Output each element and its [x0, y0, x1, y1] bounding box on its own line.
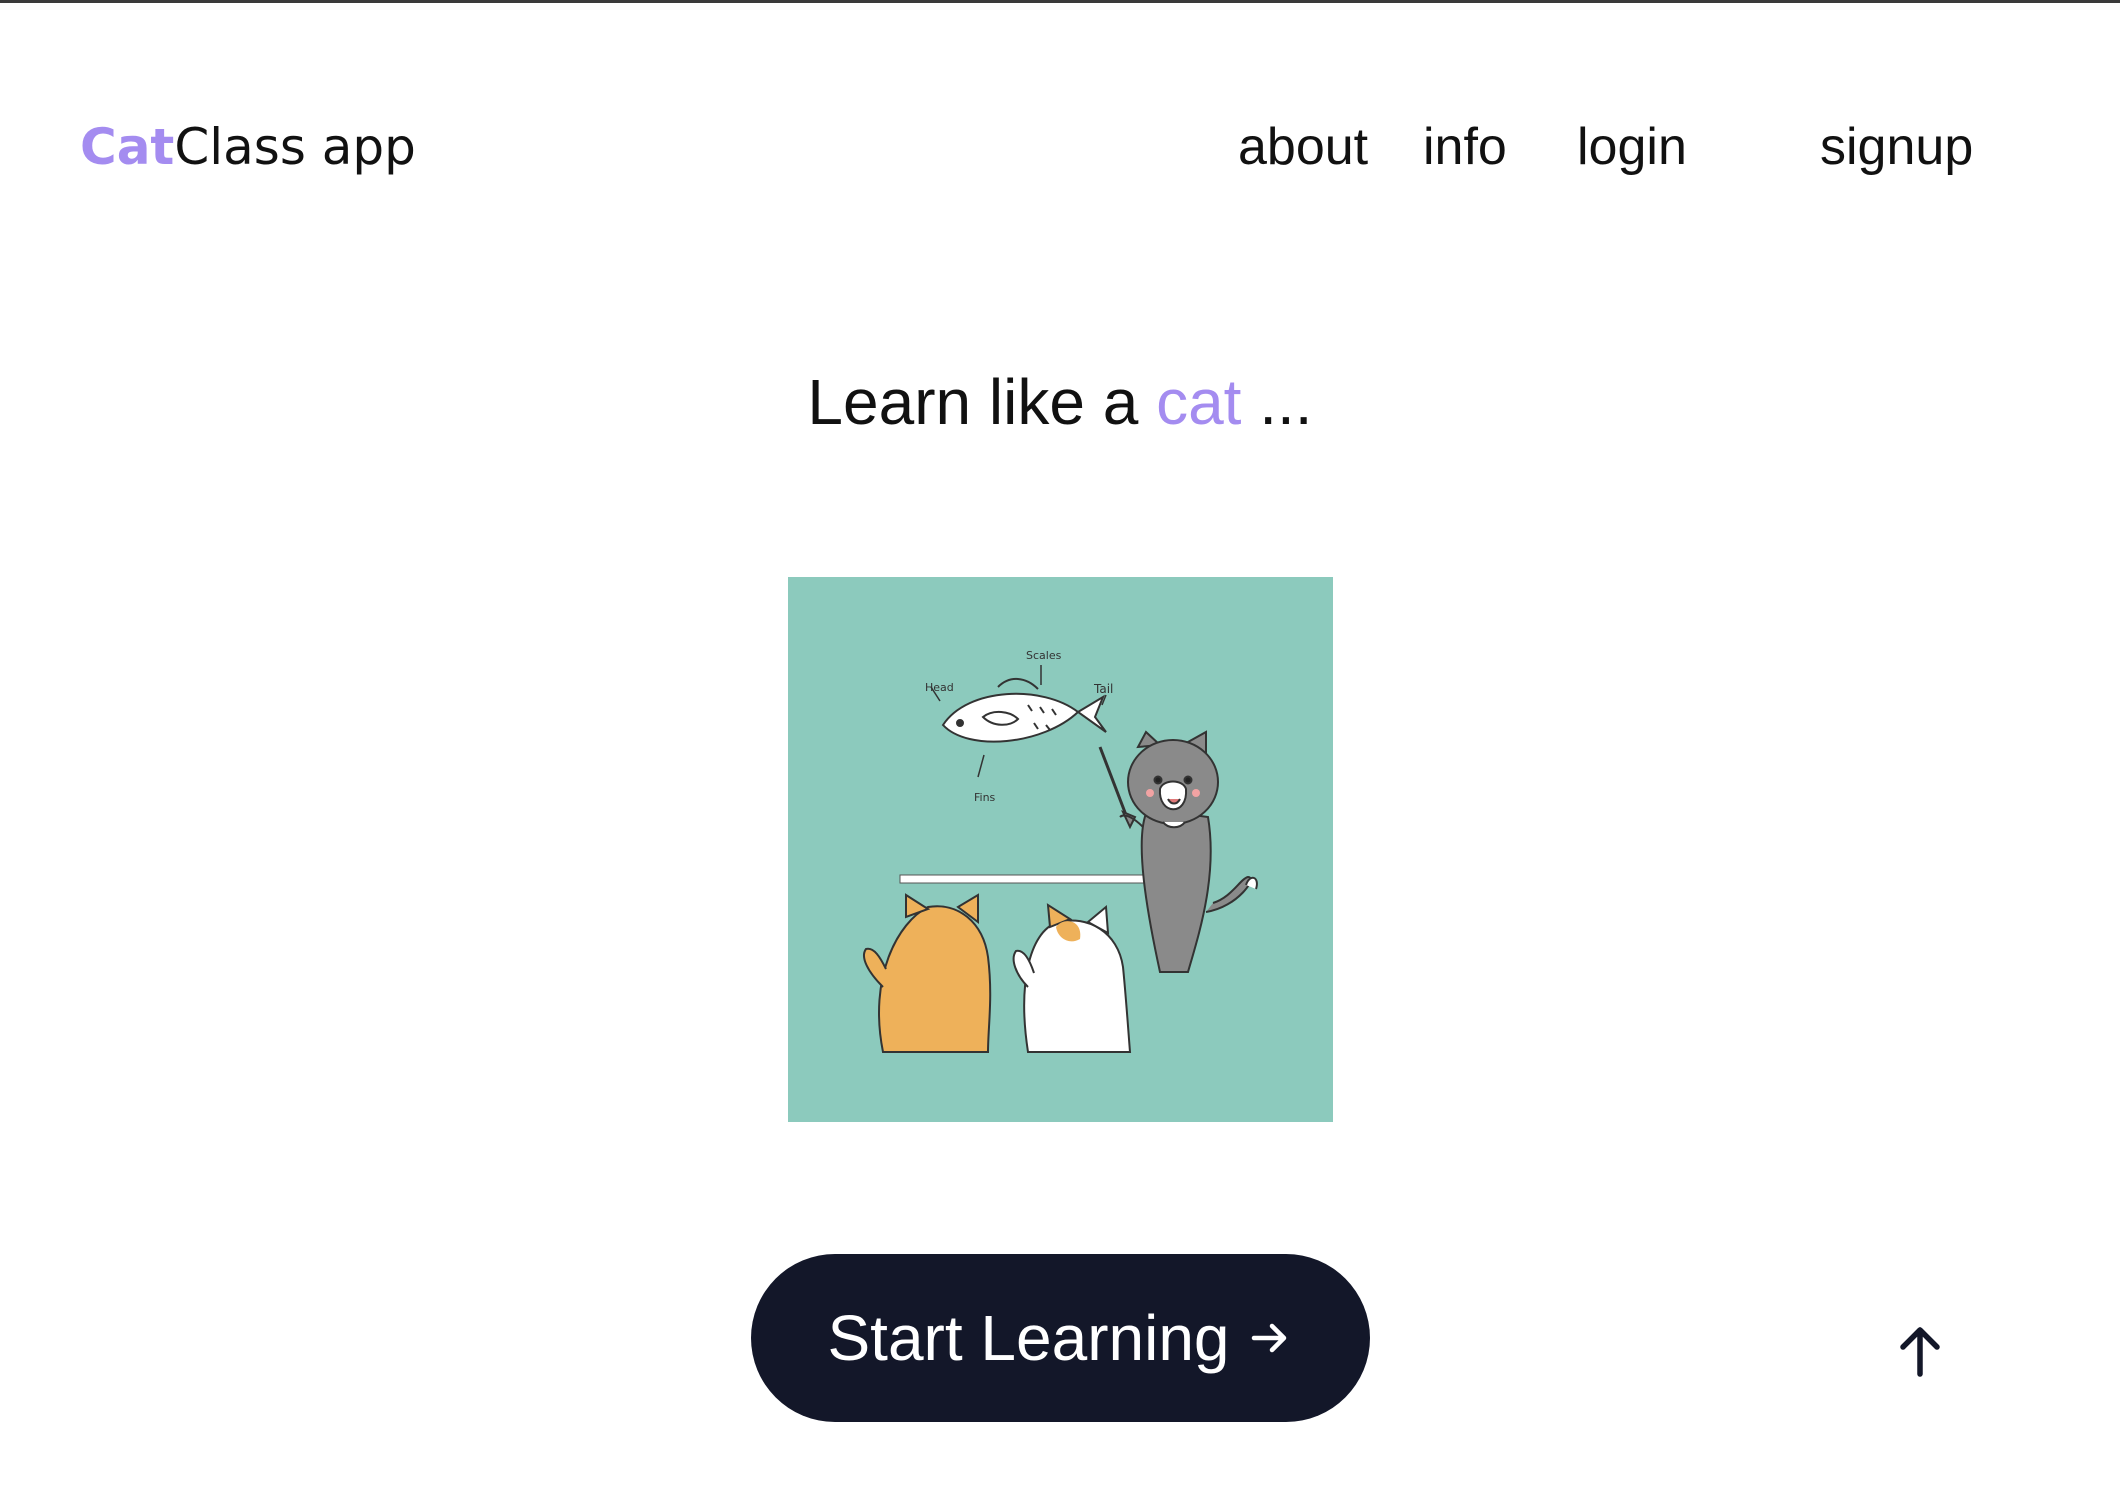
site-logo[interactable]: CatClass app	[80, 112, 416, 182]
arrow-up-icon	[1895, 1322, 1945, 1383]
logo-accent-text: Cat	[80, 118, 175, 176]
label-fins: Fins	[974, 791, 996, 804]
top-border	[0, 0, 2120, 3]
orange-student-cat	[863, 893, 992, 1053]
nav-login-link[interactable]: login	[1577, 112, 1687, 182]
fish-diagram	[941, 678, 1107, 743]
hero-headline: Learn like a cat ...	[0, 362, 2120, 442]
start-learning-button[interactable]: Start Learning	[751, 1254, 1370, 1422]
scroll-to-top-button[interactable]	[1890, 1322, 1950, 1382]
desk-bar	[899, 874, 1151, 884]
arrow-right-icon	[1246, 1314, 1294, 1362]
headline-accent: cat	[1156, 366, 1242, 438]
label-scales: Scales	[1026, 649, 1062, 662]
nav-about-link[interactable]: about	[1238, 112, 1368, 182]
nav-signup-link[interactable]: signup	[1820, 112, 1973, 182]
white-student-cat	[1012, 903, 1132, 1053]
label-head: Head	[925, 681, 954, 694]
teacher-cat	[1119, 730, 1258, 973]
pointer-stick	[1098, 746, 1128, 816]
cat-class-artwork: Scales Head Tail Fins	[863, 649, 1258, 1053]
headline-end: ...	[1241, 366, 1313, 438]
logo-text: Class app	[174, 118, 416, 176]
start-learning-label: Start Learning	[827, 1302, 1230, 1374]
cat-teacher-illustration: Scales Head Tail Fins	[788, 577, 1333, 1122]
nav-info-link[interactable]: info	[1423, 112, 1507, 182]
headline-start: Learn like a	[807, 366, 1157, 438]
label-tail: Tail	[1093, 682, 1113, 696]
